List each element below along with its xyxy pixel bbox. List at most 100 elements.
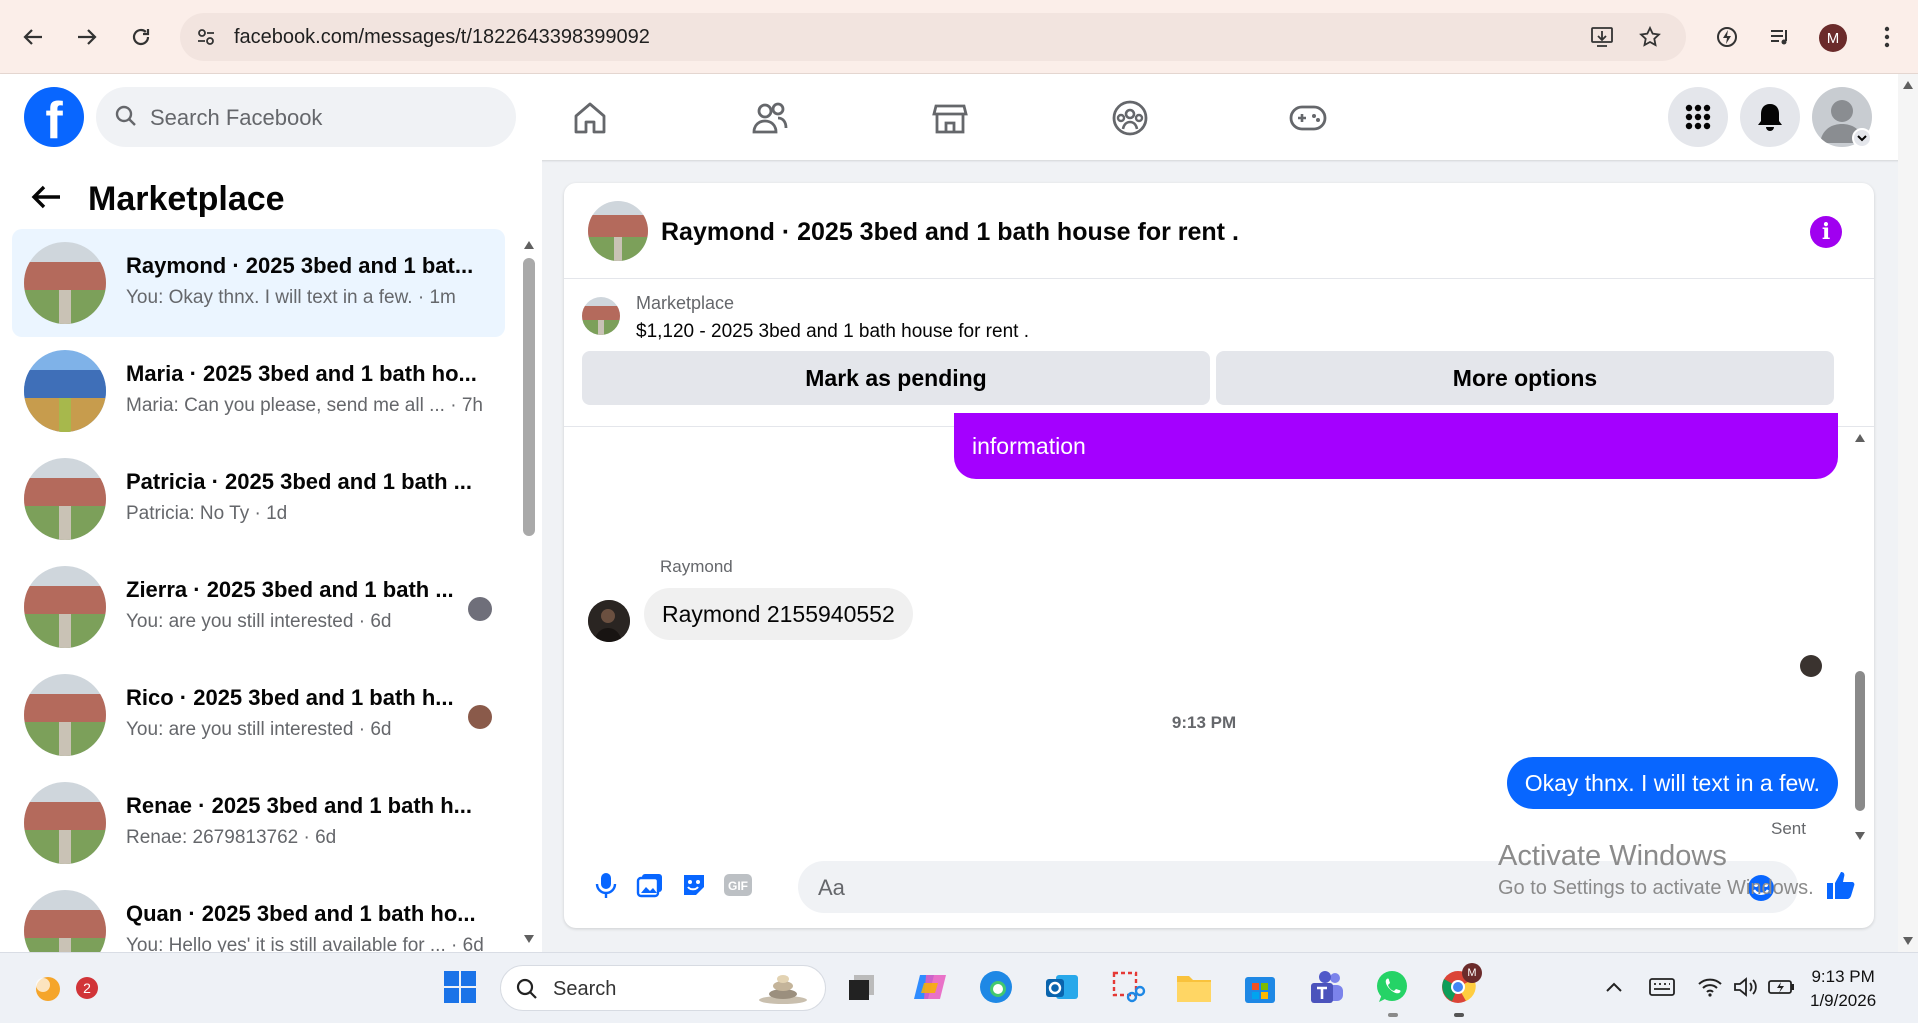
url-text[interactable]: facebook.com/messages/t/1822643398399092 <box>234 26 650 49</box>
chat-scroll-up-icon[interactable] <box>1854 433 1866 443</box>
separator: · <box>298 827 316 848</box>
scroll-up-arrow-icon[interactable] <box>523 240 535 250</box>
conversation-scrollbar[interactable] <box>522 240 536 948</box>
more-options-button[interactable]: More options <box>1216 351 1834 405</box>
snipping-tool-icon[interactable] <box>1108 967 1148 1007</box>
listing-banner: Marketplace $1,120 - 2025 3bed and 1 bat… <box>564 279 1874 427</box>
conversation-preview-text: You: are you still interested <box>126 611 354 632</box>
system-clock[interactable]: 9:13 PM 1/9/2026 <box>1810 965 1876 1013</box>
teams-icon[interactable] <box>1306 967 1346 1007</box>
page-scroll-down-icon[interactable] <box>1902 936 1914 946</box>
friends-icon[interactable] <box>746 94 794 142</box>
conversation-thumbnail <box>24 458 106 540</box>
conversation-thumbnail <box>24 242 106 324</box>
media-queue-icon[interactable] <box>1763 20 1797 54</box>
microsoft-store-icon[interactable] <box>1240 967 1280 1007</box>
seen-avatar <box>468 597 492 621</box>
gif-icon[interactable]: GIF <box>718 865 758 905</box>
conversation-name: Quan · 2025 3bed and 1 bath ho... <box>126 901 476 926</box>
copilot-icon[interactable] <box>910 967 950 1007</box>
account-chevron-down-icon[interactable] <box>1852 128 1872 148</box>
sent-status: Sent <box>1771 819 1806 838</box>
marketplace-icon[interactable] <box>926 94 974 142</box>
chat-title[interactable]: Raymond · 2025 3bed and 1 bath house for… <box>661 218 1239 247</box>
reload-icon[interactable] <box>124 20 158 54</box>
seen-avatar <box>468 705 492 729</box>
taskbar-search-icon <box>515 977 539 1006</box>
scroll-down-arrow-icon[interactable] <box>523 934 535 944</box>
chat-scrollbar-thumb[interactable] <box>1855 671 1865 811</box>
microphone-icon[interactable] <box>586 865 626 905</box>
outgoing-message-bubble[interactable]: information <box>954 413 1838 479</box>
chat-window: Raymond · 2025 3bed and 1 bath house for… <box>564 183 1874 928</box>
chrome-browser-icon[interactable]: M <box>1438 963 1482 1007</box>
incoming-message-bubble[interactable]: Raymond 2155940552 <box>644 588 913 640</box>
message-timestamp: 9:13 PM <box>1171 713 1237 732</box>
start-windows-icon[interactable] <box>440 967 480 1007</box>
site-settings-icon[interactable] <box>194 25 218 49</box>
chrome-active-indicator <box>1454 1013 1464 1017</box>
back-arrow-icon[interactable] <box>30 183 62 216</box>
edge-browser-icon[interactable] <box>976 967 1016 1007</box>
conversation-item[interactable]: Raymond · 2025 3bed and 1 bat... You: Oka… <box>12 229 505 337</box>
sticker-icon[interactable] <box>674 865 714 905</box>
conversation-item[interactable]: Maria · 2025 3bed and 1 bath ho... Maria:… <box>12 337 505 445</box>
forward-arrow-icon[interactable] <box>70 20 104 54</box>
address-bar[interactable]: facebook.com/messages/t/1822643398399092 <box>180 13 1686 61</box>
photo-attach-icon[interactable] <box>630 865 670 905</box>
listing-title[interactable]: $1,120 - 2025 3bed and 1 bath house for … <box>636 321 1029 343</box>
battery-charging-icon[interactable] <box>1762 967 1802 1007</box>
conversation-preview: You: Okay thnx. I will text in a few. · … <box>126 287 496 309</box>
outgoing-message-latest-text: Okay thnx. I will text in a few. <box>1524 769 1820 796</box>
chat-scrollbar[interactable] <box>1852 427 1868 847</box>
scrollbar-thumb[interactable] <box>523 258 535 536</box>
browser-profile-avatar[interactable]: M <box>1819 24 1847 52</box>
install-app-icon[interactable] <box>1590 25 1614 49</box>
gaming-icon[interactable] <box>1284 94 1332 142</box>
weather-widget-icon[interactable]: 2 <box>28 967 98 1007</box>
notifications-bell-icon[interactable] <box>1740 87 1800 147</box>
taskbar-search-input[interactable]: Search <box>500 965 826 1011</box>
home-icon[interactable] <box>566 94 614 142</box>
conversation-thumbnail <box>24 566 106 648</box>
conversation-time: 1d <box>266 503 288 524</box>
mark-as-pending-button[interactable]: Mark as pending <box>582 351 1210 405</box>
show-hidden-icons-chevron-up-icon[interactable] <box>1594 967 1634 1007</box>
outlook-icon[interactable] <box>1042 967 1082 1007</box>
volume-icon[interactable] <box>1726 967 1766 1007</box>
file-explorer-icon[interactable] <box>1174 967 1214 1007</box>
conversation-time: 6d <box>315 827 337 848</box>
task-view-icon[interactable] <box>842 967 882 1007</box>
wifi-icon[interactable] <box>1690 967 1730 1007</box>
keyboard-icon[interactable] <box>1642 967 1682 1007</box>
sender-name: Raymond <box>660 557 733 576</box>
chat-scroll-down-icon[interactable] <box>1854 831 1866 841</box>
conversation-item[interactable]: Rico · 2025 3bed and 1 bath h... You: are… <box>12 661 505 769</box>
chat-listing-thumbnail[interactable] <box>588 201 648 261</box>
groups-icon[interactable] <box>1106 94 1154 142</box>
conversation-item[interactable]: Zierra · 2025 3bed and 1 bath ... You: ar… <box>12 553 505 661</box>
bookmark-star-icon[interactable] <box>1638 25 1662 49</box>
browser-toolbar: facebook.com/messages/t/1822643398399092… <box>0 0 1918 74</box>
listing-source: Marketplace <box>636 293 735 313</box>
clock-time: 9:13 PM <box>1811 967 1875 986</box>
conversation-thumbnail <box>24 350 106 432</box>
facebook-search-input[interactable]: Search Facebook <box>96 87 516 147</box>
menu-grid-icon[interactable] <box>1668 87 1728 147</box>
page-scroll-up-icon[interactable] <box>1902 80 1914 90</box>
info-icon[interactable]: i <box>1810 216 1842 248</box>
performance-icon[interactable] <box>1710 20 1744 54</box>
conversation-item[interactable]: Renae · 2025 3bed and 1 bath h... Renae: … <box>12 769 505 877</box>
conversation-preview: You: are you still interested · 6d <box>126 611 496 633</box>
conversation-item[interactable]: Patricia · 2025 3bed and 1 bath ... Patri… <box>12 445 505 553</box>
browser-menu-icon[interactable] <box>1870 20 1904 54</box>
back-arrow-icon[interactable] <box>16 20 50 54</box>
sender-avatar[interactable] <box>588 600 630 642</box>
page-scrollbar[interactable] <box>1898 74 1918 952</box>
whatsapp-icon[interactable] <box>1372 967 1412 1007</box>
listing-thumbnail[interactable] <box>582 297 620 335</box>
facebook-logo[interactable]: f <box>24 87 84 147</box>
conversation-time: 1m <box>429 287 456 308</box>
like-thumbs-up-icon[interactable] <box>1820 865 1860 905</box>
outgoing-message-bubble-latest[interactable]: Okay thnx. I will text in a few. <box>1506 757 1838 809</box>
